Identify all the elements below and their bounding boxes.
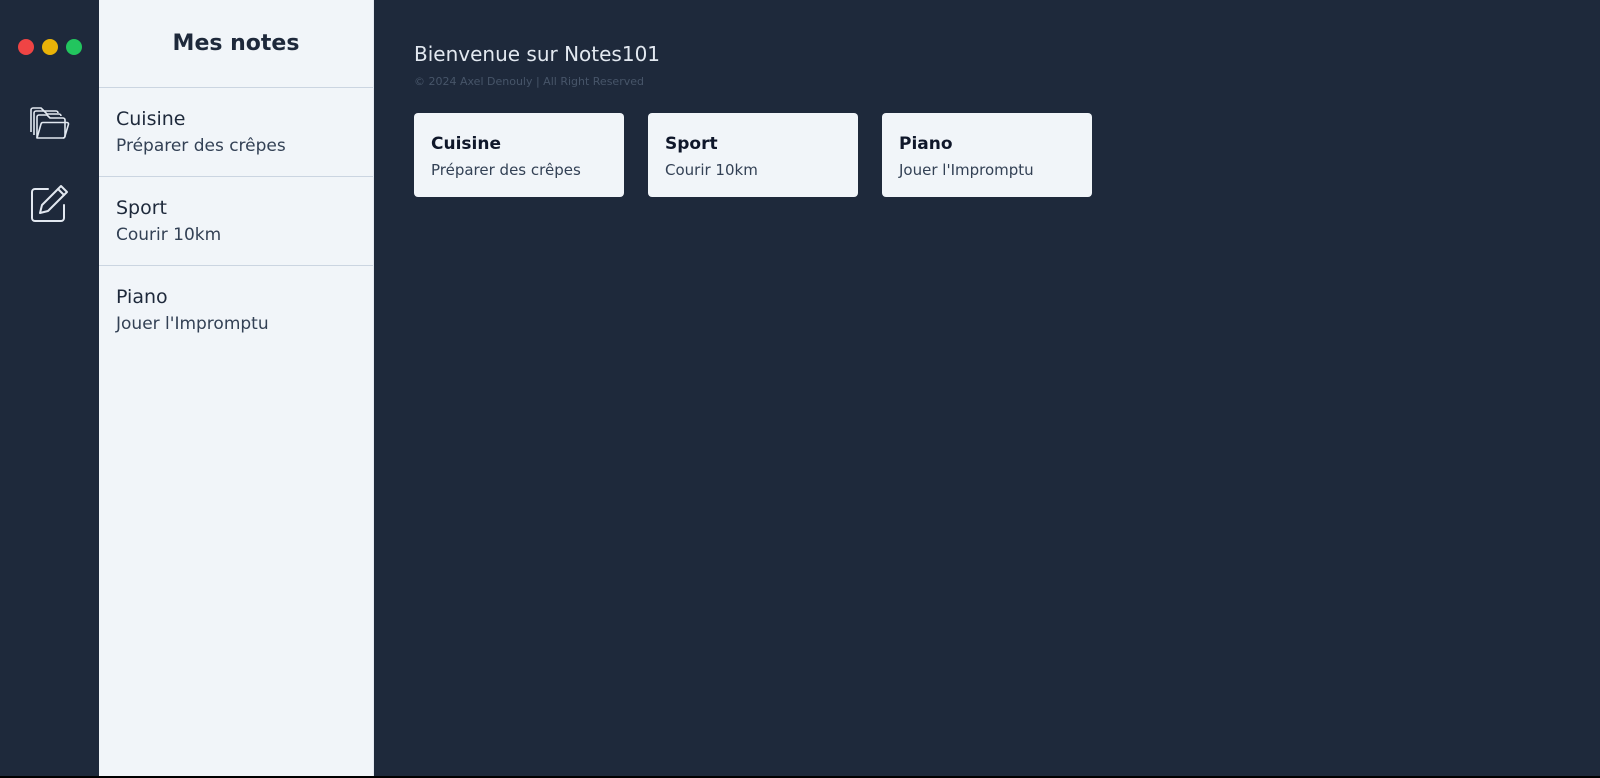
card-subtitle: Jouer l'Impromptu: [899, 161, 1034, 179]
card-subtitle: Courir 10km: [665, 161, 758, 179]
note-list-item-piano[interactable]: Piano Jouer l'Impromptu: [99, 266, 373, 355]
note-title: Cuisine: [116, 108, 186, 130]
icon-rail: [0, 0, 99, 776]
maximize-window-button[interactable]: [66, 39, 82, 55]
note-list-item-cuisine[interactable]: Cuisine Préparer des crêpes: [99, 88, 373, 177]
card-subtitle: Préparer des crêpes: [431, 161, 581, 179]
note-subtitle: Préparer des crêpes: [116, 136, 286, 156]
card-title: Sport: [665, 134, 718, 154]
sidebar-header: Mes notes: [99, 0, 373, 88]
note-subtitle: Courir 10km: [116, 225, 222, 245]
app-window: Mes notes Cuisine Préparer des crêpes Sp…: [0, 0, 1600, 776]
folders-button[interactable]: [27, 100, 71, 144]
note-list-item-sport[interactable]: Sport Courir 10km: [99, 177, 373, 266]
new-note-button[interactable]: [27, 182, 71, 226]
note-cards: Cuisine Préparer des crêpes Sport Courir…: [414, 113, 1600, 197]
notes-sidebar: Mes notes Cuisine Préparer des crêpes Sp…: [99, 0, 374, 776]
card-title: Cuisine: [431, 134, 501, 154]
folders-icon: [30, 107, 70, 139]
note-card-cuisine[interactable]: Cuisine Préparer des crêpes: [414, 113, 624, 197]
close-window-button[interactable]: [18, 39, 34, 55]
note-card-sport[interactable]: Sport Courir 10km: [648, 113, 858, 197]
note-title: Piano: [116, 286, 168, 308]
note-subtitle: Jouer l'Impromptu: [116, 314, 269, 334]
card-title: Piano: [899, 134, 953, 154]
minimize-window-button[interactable]: [42, 39, 58, 55]
note-card-piano[interactable]: Piano Jouer l'Impromptu: [882, 113, 1092, 197]
window-controls: [18, 39, 82, 55]
edit-note-icon: [31, 185, 68, 222]
note-title: Sport: [116, 197, 168, 219]
sidebar-title: Mes notes: [172, 31, 300, 56]
welcome-heading: Bienvenue sur Notes101: [414, 42, 661, 66]
main-content: Bienvenue sur Notes101 © 2024 Axel Denou…: [374, 0, 1600, 776]
copyright-text: © 2024 Axel Denouly | All Right Reserved: [414, 75, 644, 88]
